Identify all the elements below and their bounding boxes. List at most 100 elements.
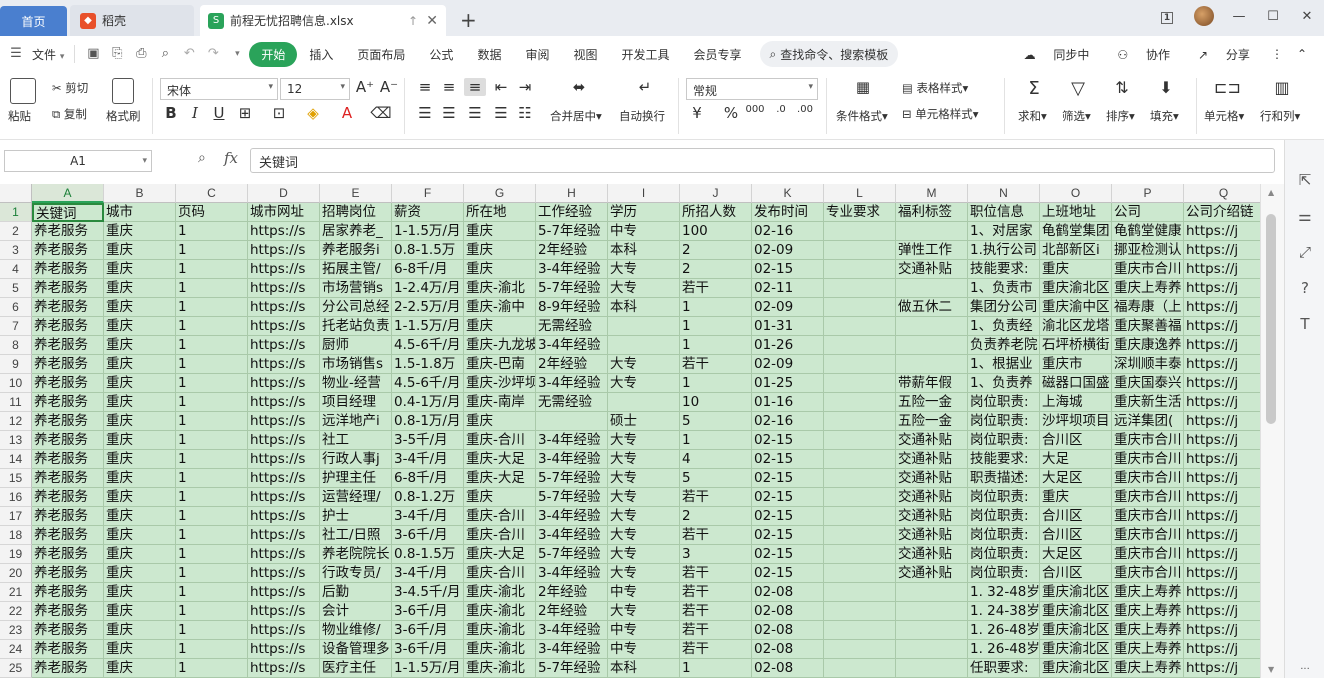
decrease-decimal-icon[interactable]: .00 (794, 104, 816, 115)
column-header-f[interactable]: F (392, 184, 464, 203)
cell[interactable]: 重庆-渝北 (464, 583, 536, 602)
merge-center-button[interactable]: 合并居中▾ (550, 108, 602, 124)
align-left-icon[interactable]: ☰ (414, 104, 436, 122)
cell[interactable]: 02-09 (752, 355, 824, 374)
cell[interactable]: 招聘岗位 (320, 203, 392, 222)
cell[interactable] (896, 355, 968, 374)
cell[interactable] (824, 393, 896, 412)
print-preview-icon[interactable]: ⌕ (157, 46, 173, 62)
cell[interactable]: 重庆 (464, 222, 536, 241)
column-header-o[interactable]: O (1040, 184, 1112, 203)
cell[interactable]: 行政人事j (320, 450, 392, 469)
cell[interactable]: 物业维修/ (320, 621, 392, 640)
cell[interactable]: 1. 32-48岁 (968, 583, 1040, 602)
cell[interactable]: 0.8-1.2万 (392, 488, 464, 507)
copy-button[interactable]: ⧉ 复制 (52, 106, 87, 122)
cell[interactable]: 1 (176, 279, 248, 298)
align-top-icon[interactable]: ≡ (414, 78, 436, 96)
cell[interactable]: 市场营销s (320, 279, 392, 298)
cell[interactable]: 集团分公司 (968, 298, 1040, 317)
cell[interactable] (536, 412, 608, 431)
cell[interactable]: 养老服务 (32, 260, 104, 279)
cell[interactable]: 2年经验 (536, 583, 608, 602)
cell[interactable]: 重庆上寿养 (1112, 640, 1184, 659)
cell[interactable]: 1 (176, 374, 248, 393)
cell[interactable]: https://s (248, 545, 320, 564)
cell[interactable]: 重庆市合川 (1112, 469, 1184, 488)
cell[interactable]: https://j (1184, 355, 1260, 374)
cell[interactable]: 弹性工作 (896, 241, 968, 260)
cell[interactable]: https://j (1184, 602, 1260, 621)
cell[interactable]: 02-09 (752, 241, 824, 260)
cell[interactable]: 无需经验 (536, 393, 608, 412)
distributed-icon[interactable]: ☷ (514, 104, 536, 122)
cell[interactable]: https://j (1184, 659, 1260, 678)
cell[interactable]: https://s (248, 488, 320, 507)
cell[interactable]: 重庆-渝中 (464, 298, 536, 317)
cell[interactable]: 重庆上寿养 (1112, 621, 1184, 640)
column-header-l[interactable]: L (824, 184, 896, 203)
underline-icon[interactable]: U (208, 104, 230, 122)
cell[interactable]: 养老服务 (32, 298, 104, 317)
cell[interactable]: 2-2.5万/月 (392, 298, 464, 317)
cell[interactable]: 岗位职责: (968, 564, 1040, 583)
row-header[interactable]: 12 (0, 412, 32, 431)
cell[interactable]: 3-4年经验 (536, 336, 608, 355)
cell[interactable] (896, 317, 968, 336)
text-effect-icon[interactable]: ⊡ (268, 104, 290, 122)
fill-button[interactable]: 填充▾ (1150, 108, 1179, 124)
cell[interactable]: 合川区 (1040, 431, 1112, 450)
cell[interactable]: 重庆渝北区 (1040, 583, 1112, 602)
cell[interactable]: 重庆 (104, 469, 176, 488)
cell[interactable]: https://j (1184, 640, 1260, 659)
cell[interactable]: 中专 (608, 621, 680, 640)
cell[interactable]: 3-6千/月 (392, 621, 464, 640)
column-header-a[interactable]: A (32, 184, 104, 203)
cell[interactable]: https://j (1184, 298, 1260, 317)
cell[interactable]: 重庆 (104, 507, 176, 526)
cell[interactable]: 带薪年假 (896, 374, 968, 393)
menu-tab-insert[interactable]: 插入 (297, 46, 345, 63)
align-bottom-icon[interactable]: ≡ (464, 78, 486, 96)
cell[interactable]: 重庆-大足 (464, 450, 536, 469)
cell[interactable]: 本科 (608, 241, 680, 260)
cell[interactable]: 3-4千/月 (392, 564, 464, 583)
cell[interactable]: 1. 26-48岁 (968, 621, 1040, 640)
cell[interactable]: 养老服务 (32, 621, 104, 640)
cell[interactable]: 3-6千/月 (392, 640, 464, 659)
cell[interactable]: 重庆-渝北 (464, 602, 536, 621)
cell[interactable]: 做五休二 (896, 298, 968, 317)
cell[interactable]: 重庆渝北区 (1040, 659, 1112, 678)
cell[interactable]: 重庆-大足 (464, 469, 536, 488)
cell[interactable]: https://s (248, 336, 320, 355)
export-icon[interactable]: ⎘ (109, 46, 125, 62)
minimize-icon[interactable]: — (1222, 9, 1256, 24)
cell[interactable]: 重庆国泰兴 (1112, 374, 1184, 393)
cell[interactable]: 大专 (608, 355, 680, 374)
chevron-down-icon[interactable]: ▾ (229, 46, 245, 62)
cell[interactable]: 重庆 (104, 336, 176, 355)
cell[interactable]: 02-08 (752, 659, 824, 678)
row-header[interactable]: 22 (0, 602, 32, 621)
cell[interactable]: 重庆上寿养 (1112, 583, 1184, 602)
menu-tab-data[interactable]: 数据 (465, 46, 513, 63)
cell[interactable]: 重庆 (104, 431, 176, 450)
cell[interactable]: 大足 (1040, 450, 1112, 469)
cell[interactable]: 技能要求: (968, 260, 1040, 279)
italic-icon[interactable]: I (184, 104, 206, 122)
cell[interactable]: 1 (176, 336, 248, 355)
cell[interactable]: 重庆市合川 (1112, 545, 1184, 564)
name-box[interactable]: A1 ▾ (4, 150, 152, 172)
cell[interactable]: 护理主任 (320, 469, 392, 488)
cell[interactable]: 重庆-合川 (464, 431, 536, 450)
cell[interactable]: 3-4年经验 (536, 450, 608, 469)
cell[interactable]: 1 (176, 488, 248, 507)
cell[interactable] (824, 241, 896, 260)
cell[interactable]: 重庆 (104, 222, 176, 241)
cell[interactable] (824, 279, 896, 298)
cell[interactable]: 大专 (608, 526, 680, 545)
cell[interactable]: 大专 (608, 431, 680, 450)
cell[interactable]: 交通补贴 (896, 469, 968, 488)
cell[interactable]: 4 (680, 450, 752, 469)
row-col-icon[interactable]: ▥ (1270, 78, 1294, 97)
